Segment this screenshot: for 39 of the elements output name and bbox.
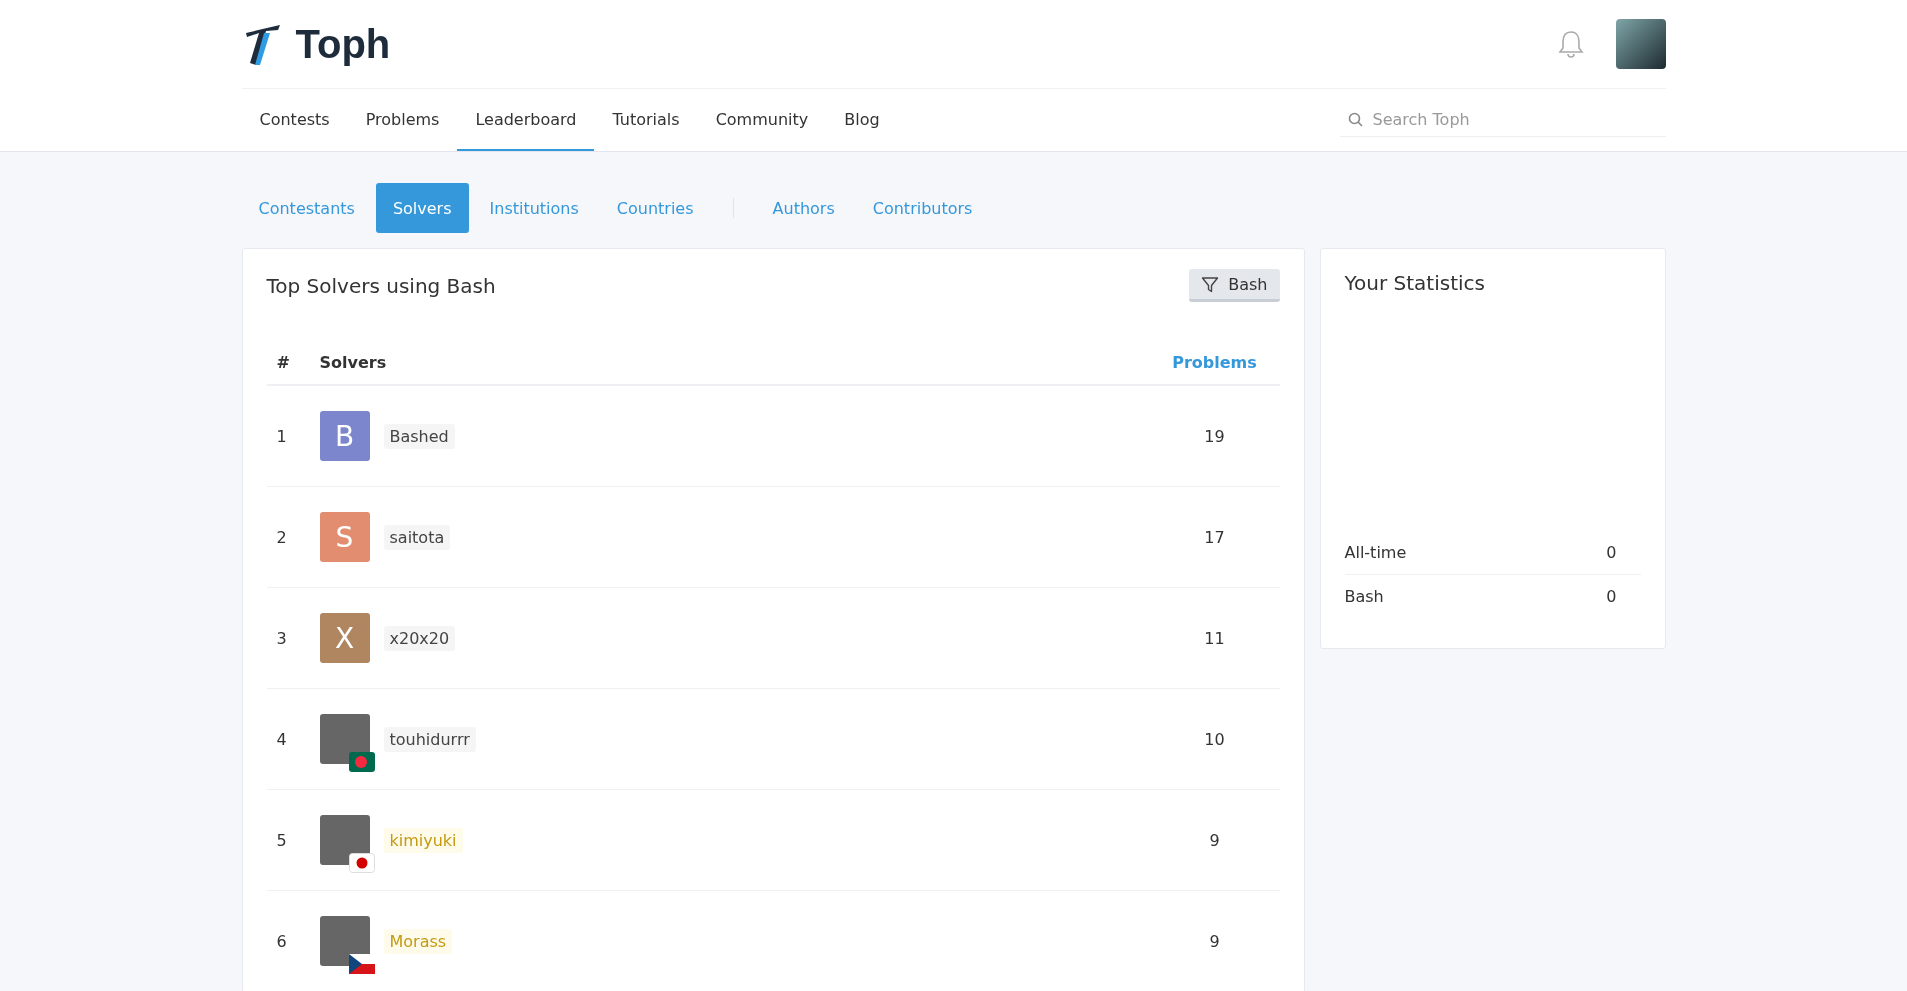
nav-tab[interactable]: Contests [241,89,348,151]
problems-cell: 9 [1149,789,1280,891]
stat-label: Bash [1344,587,1384,606]
column-header: # [266,343,310,385]
rank-cell: 2 [266,486,310,588]
card-title: Top Solvers using Bash [266,273,496,298]
rank-cell: 6 [266,890,310,991]
nav-tab[interactable]: Blog [826,89,898,151]
stat-value: 0 [1606,587,1617,606]
problems-cell: 11 [1149,587,1280,689]
photo-placeholder[interactable] [319,916,370,966]
rank-cell: 5 [266,789,310,891]
column-header: Solvers [309,343,1150,385]
brand-name[interactable]: Toph [295,21,391,67]
rank-cell: 4 [266,688,310,790]
problems-cell: 10 [1149,688,1280,790]
photo-placeholder[interactable] [319,714,370,764]
filter-button[interactable]: Bash [1189,269,1280,302]
rank-cell: 1 [266,385,310,487]
search-icon [1347,112,1363,127]
user-avatar[interactable] [1615,19,1666,69]
nav-tab[interactable]: Community [697,89,827,151]
user-handle[interactable]: touhidurrr [383,726,476,752]
nav-tab[interactable]: Leaderboard [457,89,595,151]
card-title: Your Statistics [1344,271,1486,295]
problems-cell: 9 [1149,890,1280,991]
user-handle[interactable]: saitota [383,524,451,550]
user-handle[interactable]: Bashed [383,423,455,449]
nav-tab[interactable]: Problems [347,89,458,151]
filter-icon [1201,275,1220,294]
user-handle[interactable]: x20x20 [383,625,456,651]
search-field[interactable]: Search Toph [1370,109,1658,130]
problems-cell: 19 [1149,385,1280,487]
nav-tab[interactable]: Tutorials [594,89,698,151]
stat-label: All-time [1344,543,1407,562]
rank-cell: 3 [266,587,310,689]
problems-cell: 17 [1149,486,1280,588]
stat-value: 0 [1606,543,1617,562]
photo-placeholder[interactable] [319,815,370,865]
